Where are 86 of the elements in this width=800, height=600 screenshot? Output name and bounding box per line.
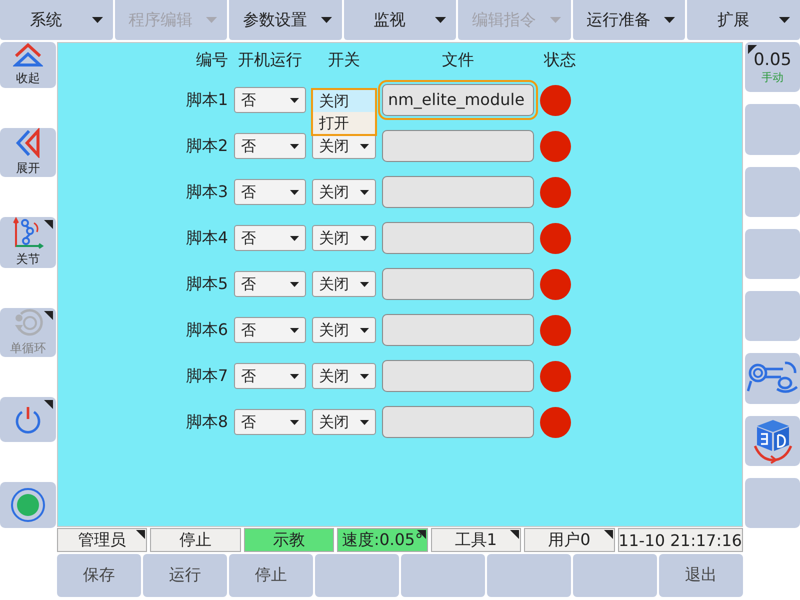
caret-icon bbox=[360, 328, 369, 332]
caret-icon bbox=[779, 17, 790, 23]
menu-tab[interactable]: 扩展 bbox=[687, 0, 800, 40]
tool-button[interactable]: 关节 bbox=[0, 216, 56, 268]
file-field[interactable] bbox=[382, 360, 534, 392]
caret-icon bbox=[290, 420, 299, 424]
script-name: 脚本6 bbox=[184, 319, 228, 341]
status-text: 用户0 bbox=[548, 530, 590, 550]
status-text: 管理员 bbox=[78, 530, 126, 550]
file-field[interactable] bbox=[382, 406, 534, 438]
menu-tab[interactable]: 运行准备 bbox=[572, 0, 686, 40]
status-text: 速度:0.05° bbox=[342, 530, 423, 550]
script-name: 脚本1 bbox=[184, 89, 228, 111]
caret-icon bbox=[320, 17, 332, 23]
switch-select[interactable]: 关闭 bbox=[312, 271, 376, 297]
caret-icon bbox=[360, 236, 369, 240]
column-header: 编号 bbox=[195, 49, 228, 71]
power-icon bbox=[13, 404, 43, 434]
action-button[interactable]: 退出 bbox=[659, 554, 743, 597]
autostart-select[interactable]: 否 bbox=[234, 225, 306, 251]
switch-select[interactable]: 关闭 bbox=[312, 409, 376, 435]
record-icon bbox=[10, 487, 46, 524]
caret-icon bbox=[435, 17, 446, 23]
autostart-select[interactable]: 否 bbox=[234, 363, 306, 389]
caret-icon bbox=[360, 374, 369, 378]
caret-icon bbox=[206, 17, 218, 23]
caret-icon bbox=[360, 282, 369, 286]
caret-icon bbox=[290, 98, 299, 102]
robot-arm-icon bbox=[12, 216, 44, 249]
caret-icon bbox=[664, 17, 676, 23]
action-button[interactable]: 停止 bbox=[229, 554, 313, 597]
script-name: 脚本3 bbox=[184, 181, 228, 203]
caret-icon bbox=[360, 190, 369, 194]
file-field[interactable] bbox=[382, 130, 534, 162]
caret-icon bbox=[290, 144, 299, 148]
file-field[interactable] bbox=[382, 268, 534, 300]
tool-button[interactable] bbox=[0, 482, 56, 528]
action-button[interactable]: 运行 bbox=[143, 554, 227, 597]
script-name: 脚本8 bbox=[184, 411, 228, 433]
tool-button[interactable]: 展开 bbox=[0, 128, 56, 177]
tool-button[interactable]: 收起 bbox=[0, 42, 56, 88]
caret-icon bbox=[360, 144, 369, 148]
status-text: 工具1 bbox=[454, 530, 497, 550]
script-name: 脚本2 bbox=[184, 135, 228, 157]
caret-icon bbox=[290, 190, 299, 194]
script-name: 脚本4 bbox=[184, 227, 228, 249]
menu-tab[interactable]: 参数设置 bbox=[229, 0, 342, 40]
caret-icon bbox=[290, 374, 299, 378]
autostart-select[interactable]: 否 bbox=[234, 133, 306, 159]
chevron-left-icon bbox=[15, 128, 41, 158]
caret-icon bbox=[550, 17, 561, 23]
caret-icon bbox=[290, 236, 299, 240]
autostart-select[interactable]: 否 bbox=[234, 409, 306, 435]
switch-select[interactable]: 关闭 bbox=[312, 363, 376, 389]
status-text: 停止 bbox=[180, 530, 212, 550]
chevron-up-icon bbox=[13, 42, 43, 68]
column-header: 开机运行 bbox=[237, 49, 303, 71]
file-field[interactable] bbox=[382, 222, 534, 254]
dropdown-option[interactable]: 关闭 bbox=[313, 90, 375, 112]
tool-button[interactable]: 0.05 手动 bbox=[745, 42, 800, 92]
script-name: 脚本5 bbox=[184, 273, 228, 295]
status-text: 11-10 21:17:16 bbox=[618, 530, 742, 550]
autostart-select[interactable]: 否 bbox=[234, 271, 306, 297]
switch-select[interactable]: 关闭 bbox=[312, 317, 376, 343]
caret-icon bbox=[360, 420, 369, 424]
switch-select[interactable]: 关闭 bbox=[312, 225, 376, 251]
tool-button[interactable] bbox=[745, 353, 800, 404]
autostart-select[interactable]: 否 bbox=[234, 87, 306, 113]
column-header: 状态 bbox=[542, 49, 577, 71]
autostart-select[interactable]: 否 bbox=[234, 317, 306, 343]
script-name: 脚本7 bbox=[184, 365, 228, 387]
caret-icon bbox=[290, 282, 299, 286]
column-header: 文件 bbox=[441, 49, 475, 71]
status-text: 示教 bbox=[273, 530, 306, 550]
action-button[interactable]: 保存 bbox=[57, 554, 141, 597]
tool-button[interactable] bbox=[0, 396, 56, 442]
caret-icon bbox=[290, 328, 299, 332]
menu-tab[interactable]: 监视 bbox=[344, 0, 456, 40]
file-field[interactable] bbox=[382, 176, 534, 208]
switch-select[interactable]: 关闭 bbox=[312, 179, 376, 205]
file-field[interactable] bbox=[382, 314, 534, 346]
column-header: 开关 bbox=[327, 49, 361, 71]
caret-icon bbox=[92, 17, 103, 23]
tool-button[interactable] bbox=[745, 416, 800, 466]
menu-tab[interactable]: 系统 bbox=[0, 0, 113, 40]
autostart-select[interactable]: 否 bbox=[234, 179, 306, 205]
